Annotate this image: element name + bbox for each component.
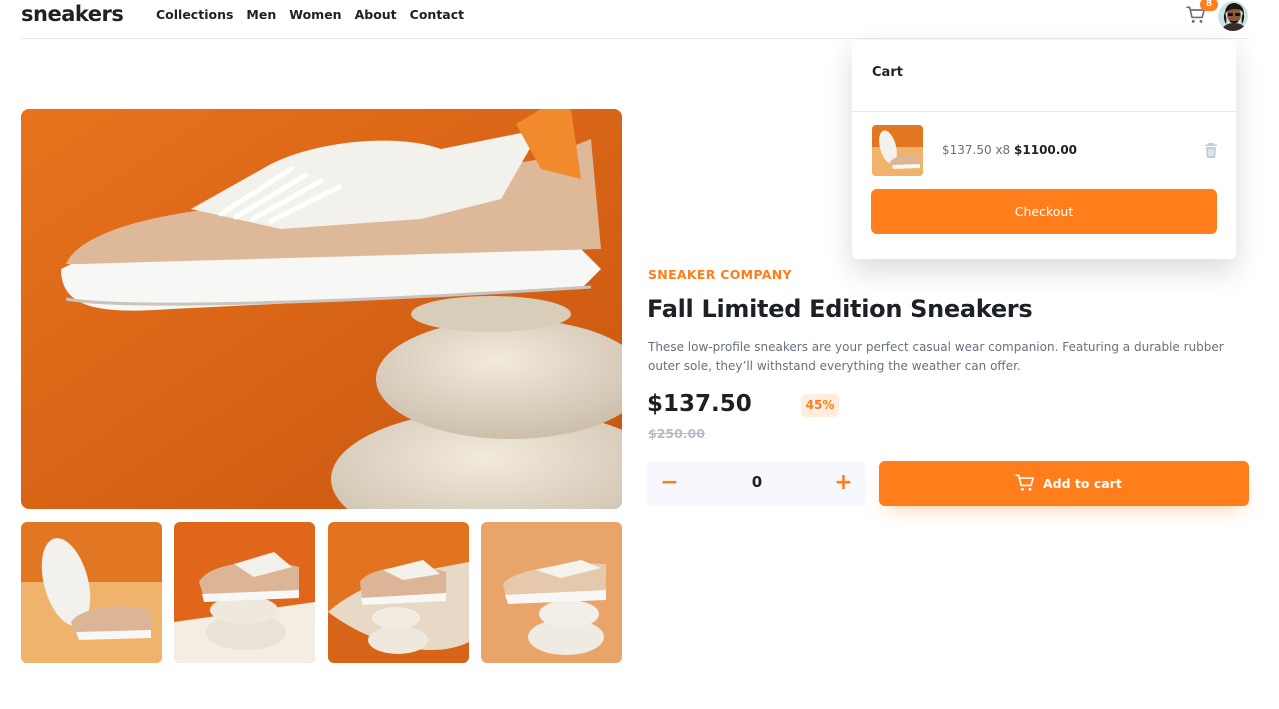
nav-item-women[interactable]: Women	[289, 6, 341, 24]
product-main-image[interactable]	[21, 109, 622, 509]
cart-popover: Cart $137.50 x8 $1100.00 Checkout	[852, 40, 1236, 259]
cart-count-badge: 8	[1200, 0, 1218, 11]
nav-item-about[interactable]: About	[355, 6, 397, 24]
thumbnail-4[interactable]	[481, 522, 622, 663]
main-nav: Collections Men Women About Contact	[156, 6, 477, 24]
cart-divider	[852, 111, 1236, 112]
cart-title: Cart	[872, 65, 903, 80]
site-header: sneakers Collections Men Women About Con…	[21, 0, 1249, 39]
quantity-decrease-button[interactable]: −	[657, 468, 682, 498]
cart-icon	[1015, 474, 1034, 491]
nav-item-collections[interactable]: Collections	[156, 6, 233, 24]
cart-item-thumbnail	[872, 125, 923, 176]
add-to-cart-content: Add to cart	[1015, 474, 1122, 492]
nav-item-men[interactable]: Men	[246, 6, 276, 24]
quantity-increase-button[interactable]: +	[831, 468, 856, 498]
company-label: SNEAKER COMPANY	[648, 267, 792, 282]
add-to-cart-label: Add to cart	[1043, 475, 1122, 491]
logo[interactable]: sneakers	[21, 2, 124, 26]
discount-badge: 45%	[801, 394, 839, 417]
product-description: These low-profile sneakers are your perf…	[648, 340, 1224, 373]
add-to-cart-button[interactable]: Add to cart	[879, 461, 1249, 506]
cart-item-total: $1100.00	[1014, 143, 1078, 157]
thumbnail-3[interactable]	[328, 522, 469, 663]
cart-item-unit-price: $137.50 x8	[942, 143, 1011, 157]
checkout-button[interactable]: Checkout	[871, 189, 1217, 234]
quantity-value[interactable]: 0	[737, 473, 777, 491]
product-title: Fall Limited Edition Sneakers	[647, 295, 1033, 323]
thumbnail-1[interactable]	[21, 522, 162, 663]
cart-item-details: $137.50 x8 $1100.00	[942, 143, 1077, 157]
nav-item-contact[interactable]: Contact	[410, 6, 464, 24]
current-price: $137.50	[647, 391, 752, 417]
quantity-stepper: − 0 +	[647, 461, 866, 506]
original-price: $250.00	[648, 426, 705, 441]
thumbnail-2[interactable]	[174, 522, 315, 663]
avatar[interactable]	[1217, 0, 1249, 32]
trash-icon[interactable]	[1204, 142, 1218, 158]
thumbnail-strip	[21, 522, 622, 663]
